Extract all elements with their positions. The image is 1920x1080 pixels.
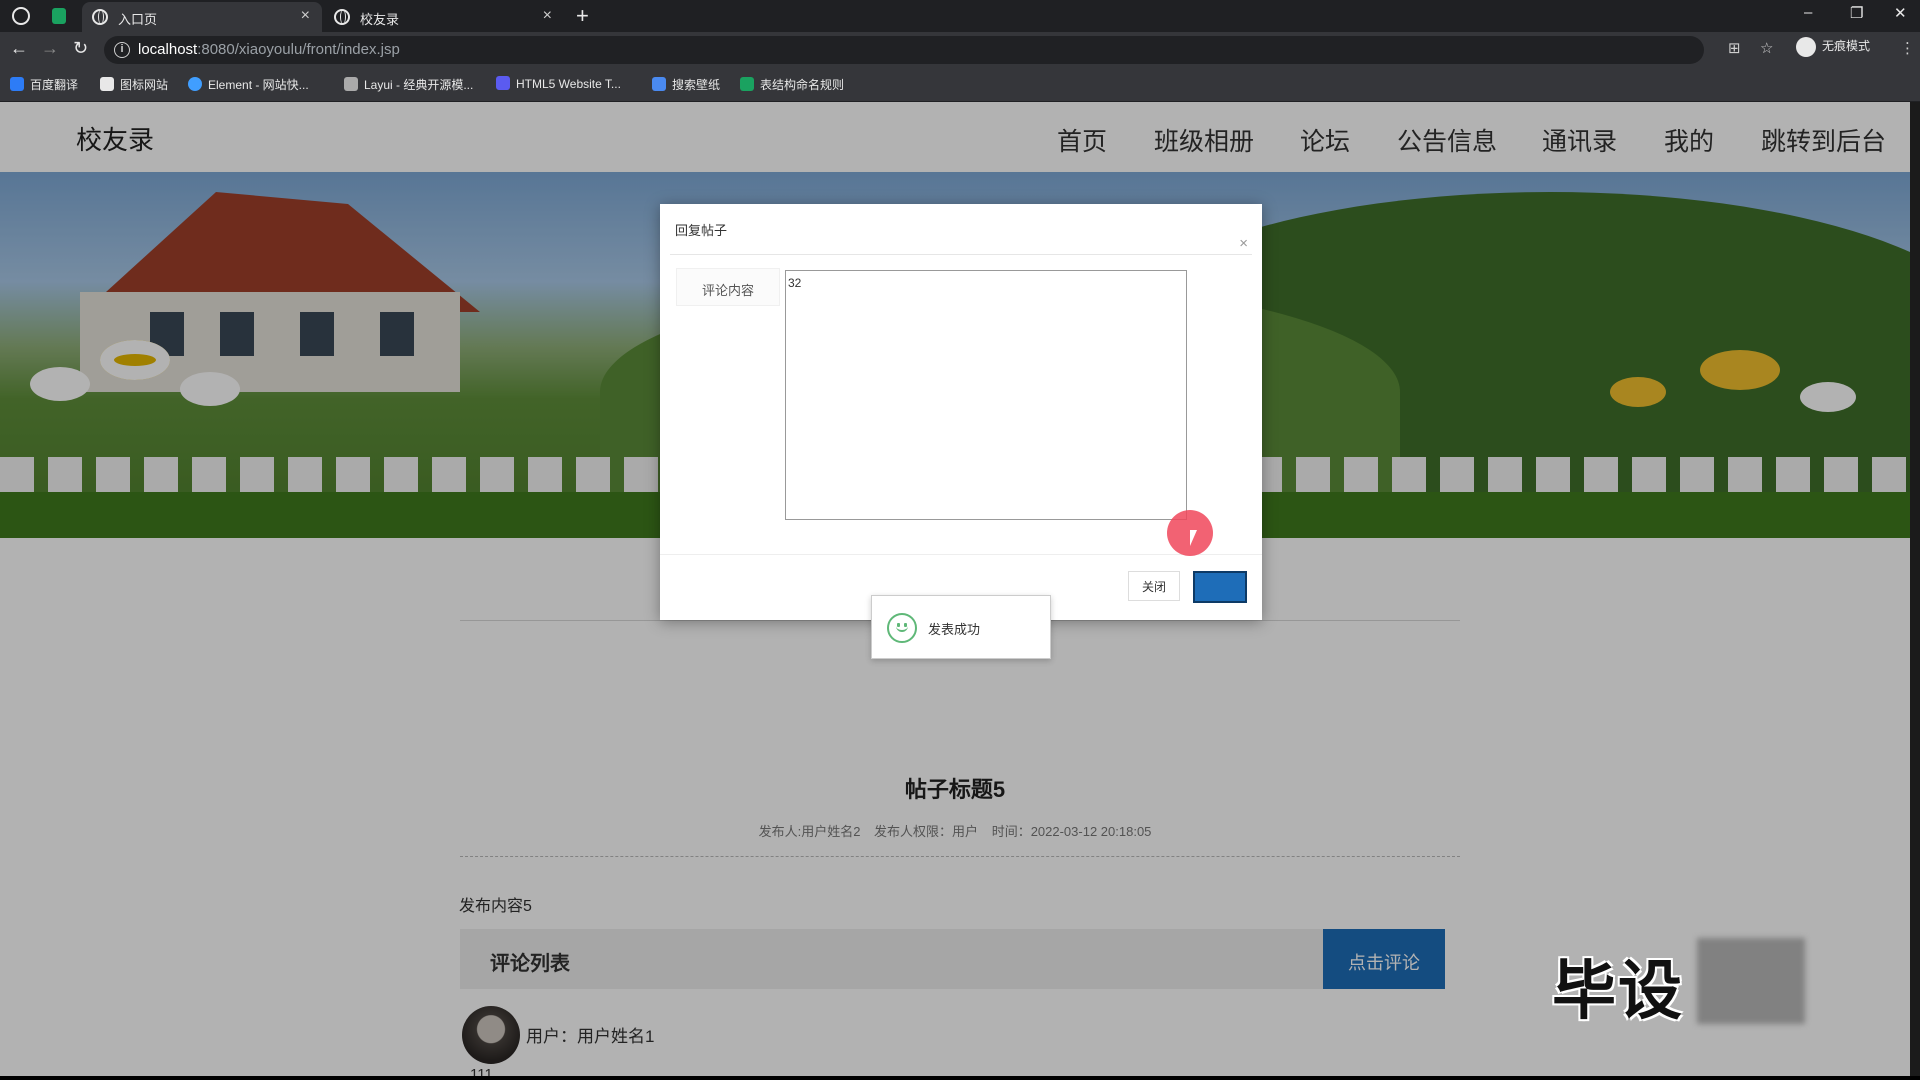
close-button[interactable]: 关闭 bbox=[1128, 571, 1180, 601]
submit-button[interactable] bbox=[1193, 571, 1247, 603]
bookmark-item[interactable]: 搜索壁纸 bbox=[652, 76, 720, 93]
address-bar[interactable]: i localhost:8080/xiaoyoulu/front/index.j… bbox=[104, 36, 1704, 64]
screen-edge bbox=[0, 1076, 1920, 1080]
table-icon bbox=[740, 77, 754, 91]
smile-mouth bbox=[896, 623, 908, 632]
globe-icon bbox=[334, 9, 350, 25]
minimize-icon[interactable]: – bbox=[1804, 4, 1812, 21]
browser-logo-icon bbox=[12, 7, 30, 25]
bookmark-item[interactable]: HTML5 Website T... bbox=[496, 76, 621, 91]
bookmark-item[interactable]: Layui - 经典开源模... bbox=[344, 76, 473, 93]
close-icon[interactable]: × bbox=[1239, 235, 1248, 252]
dialog-title: 回复帖子 bbox=[675, 223, 728, 238]
forward-icon[interactable]: → bbox=[41, 38, 59, 59]
toast-message: 发表成功 bbox=[928, 622, 981, 637]
tab-label: 入口页 bbox=[118, 12, 158, 27]
bookmark-star-icon[interactable]: ☆ bbox=[1760, 39, 1773, 57]
site-info-icon[interactable]: i bbox=[114, 42, 130, 58]
flag-icon bbox=[100, 77, 114, 91]
close-tab-icon[interactable]: × bbox=[301, 7, 310, 25]
browser-toolbar: ← → ↻ i localhost:8080/xiaoyoulu/front/i… bbox=[0, 32, 1920, 68]
bookmark-item[interactable]: Element - 网站快... bbox=[188, 76, 309, 93]
incognito-icon bbox=[1796, 37, 1816, 57]
layui-logo-icon bbox=[344, 77, 358, 91]
reload-icon[interactable]: ↻ bbox=[73, 38, 88, 59]
comment-content-label: 评论内容 bbox=[676, 268, 780, 306]
close-window-icon[interactable]: ✕ bbox=[1894, 4, 1907, 22]
tab-alumni[interactable]: 校友录 × bbox=[324, 2, 564, 32]
comment-content-input[interactable]: 32 bbox=[785, 270, 1187, 520]
back-icon[interactable]: ← bbox=[10, 38, 28, 59]
translate-icon[interactable]: ⊞ bbox=[1728, 39, 1741, 57]
scrollbar[interactable] bbox=[1910, 102, 1920, 1076]
divider bbox=[670, 254, 1252, 255]
success-toast: 发表成功 bbox=[871, 595, 1051, 659]
element-logo-icon bbox=[188, 77, 202, 91]
html5-icon bbox=[496, 76, 510, 90]
tab-entry[interactable]: 入口页 × bbox=[82, 2, 322, 32]
restore-icon[interactable]: ❐ bbox=[1850, 4, 1863, 22]
tab-label: 校友录 bbox=[360, 12, 400, 27]
new-tab-icon[interactable]: + bbox=[576, 3, 589, 29]
bookmark-item[interactable]: 表结构命名规则 bbox=[740, 76, 844, 93]
wallpaper-icon bbox=[652, 77, 666, 91]
close-tab-icon[interactable]: × bbox=[543, 7, 552, 25]
sheet-app-icon[interactable] bbox=[52, 8, 66, 24]
url-text: localhost:8080/xiaoyoulu/front/index.jsp bbox=[138, 41, 400, 58]
divider bbox=[660, 554, 1262, 555]
mouse-cursor-icon bbox=[1190, 530, 1197, 546]
globe-icon bbox=[92, 9, 108, 25]
reply-post-dialog: 回复帖子 × 评论内容 32 关闭 bbox=[660, 204, 1262, 620]
bookmark-item[interactable]: 百度翻译 bbox=[10, 76, 78, 93]
menu-dots-icon[interactable]: ⋮ bbox=[1900, 39, 1915, 57]
browser-tabstrip: 入口页 × 校友录 × + – ❐ ✕ bbox=[0, 0, 1920, 32]
smile-icon bbox=[887, 613, 917, 643]
translate-bookmark-icon bbox=[10, 77, 24, 91]
incognito-indicator[interactable]: 无痕模式 bbox=[1796, 37, 1870, 57]
bookmark-item[interactable]: 图标网站 bbox=[100, 76, 168, 93]
watermark-blur bbox=[1697, 938, 1805, 1024]
watermark: 毕设 bbox=[1552, 955, 1684, 1027]
bookmarks-bar: 百度翻译 图标网站 Element - 网站快... Layui - 经典开源模… bbox=[0, 68, 1920, 102]
